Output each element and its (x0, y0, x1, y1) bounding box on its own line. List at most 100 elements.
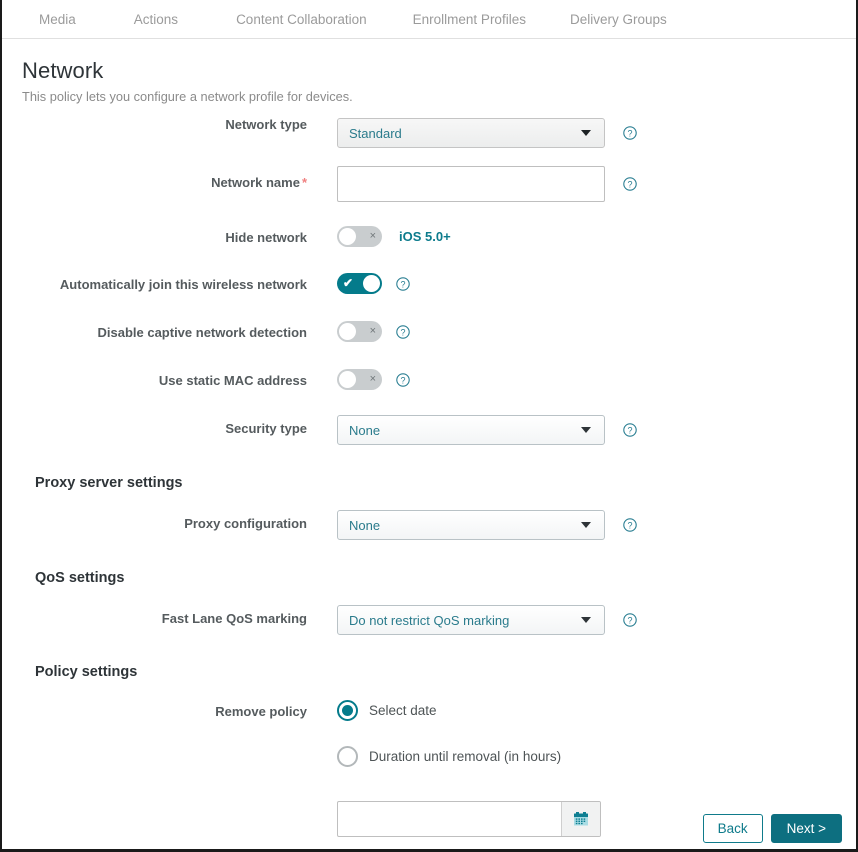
control-auto-join: ✔ ? (337, 273, 410, 294)
control-disable-captive: × ? (337, 321, 410, 342)
network-name-input[interactable] (337, 166, 605, 202)
label-security-type-text: Security type (225, 421, 307, 436)
label-auto-join: Automatically join this wireless network (2, 273, 307, 291)
chevron-down-icon (581, 130, 591, 136)
label-fast-lane-qos-text: Fast Lane QoS marking (161, 611, 307, 626)
static-mac-toggle[interactable]: × (337, 369, 382, 390)
svg-text:?: ? (627, 128, 632, 138)
row-remove-policy: Remove policy Select date (2, 700, 856, 721)
label-hide-network: Hide network (2, 226, 307, 244)
network-form: Network type Standard ? Network name* ? (2, 118, 856, 837)
radio-label-select-date: Select date (369, 703, 437, 718)
security-type-value: None (349, 422, 381, 438)
help-icon-auto-join[interactable]: ? (396, 276, 410, 291)
label-security-type: Security type (2, 415, 307, 435)
control-hide-network: × iOS 5.0+ (337, 226, 451, 247)
label-proxy-configuration: Proxy configuration (2, 510, 307, 530)
label-network-type: Network type (2, 118, 307, 131)
row-network-name: Network name * ? (2, 166, 856, 202)
control-duration-option: Duration until removal (in hours) (337, 746, 561, 767)
date-picker-field (337, 801, 601, 837)
chevron-down-icon (581, 522, 591, 528)
control-date-picker (337, 801, 601, 837)
label-static-mac: Use static MAC address (2, 369, 307, 387)
tab-actions[interactable]: Actions (134, 12, 178, 27)
control-network-type: Standard ? (337, 118, 637, 148)
fast-lane-qos-value: Do not restrict QoS marking (349, 612, 510, 628)
radio-option-select-date[interactable]: Select date (337, 700, 437, 721)
row-hide-network: Hide network × iOS 5.0+ (2, 226, 856, 247)
svg-text:?: ? (627, 615, 632, 625)
disable-captive-toggle[interactable]: × (337, 321, 382, 342)
radio-option-duration[interactable]: Duration until removal (in hours) (337, 746, 561, 767)
tab-content-collaboration[interactable]: Content Collaboration (236, 12, 367, 27)
proxy-configuration-select[interactable]: None (337, 510, 605, 540)
hide-network-toggle[interactable]: × (337, 226, 382, 247)
help-icon-static-mac[interactable]: ? (396, 372, 410, 387)
next-button[interactable]: Next > (770, 814, 842, 843)
network-type-select[interactable]: Standard (337, 118, 605, 148)
toggle-knob (339, 371, 356, 388)
footer-buttons: Back Next > (702, 814, 842, 843)
toggle-knob (363, 275, 380, 292)
toggle-knob (339, 228, 356, 245)
auto-join-toggle[interactable]: ✔ (337, 273, 382, 294)
control-remove-policy: Select date (337, 700, 437, 721)
radio-label-duration-until-removal: Duration until removal (in hours) (369, 749, 562, 764)
label-proxy-configuration-text: Proxy configuration (184, 516, 307, 531)
row-disable-captive: Disable captive network detection × ? (2, 321, 856, 342)
label-static-mac-text: Use static MAC address (158, 373, 307, 388)
svg-text:?: ? (627, 179, 632, 189)
svg-text:?: ? (627, 520, 632, 530)
tab-enrollment-profiles[interactable]: Enrollment Profiles (413, 12, 526, 27)
toggle-off-icon: × (369, 230, 376, 242)
control-fast-lane-qos: Do not restrict QoS marking ? (337, 605, 637, 635)
label-network-name-text: Network name (211, 175, 300, 190)
heading-proxy-server-settings: Proxy server settings (35, 475, 183, 491)
date-input[interactable] (338, 802, 561, 836)
help-icon-security-type[interactable]: ? (623, 423, 637, 437)
required-asterisk: * (301, 175, 307, 190)
network-policy-page: Media Actions Content Collaboration Enro… (0, 0, 858, 852)
help-icon-fast-lane-qos[interactable]: ? (623, 613, 637, 627)
heading-policy-settings: Policy settings (35, 664, 138, 680)
row-proxy-configuration: Proxy configuration None ? (2, 510, 856, 540)
fast-lane-qos-select[interactable]: Do not restrict QoS marking (337, 605, 605, 635)
control-security-type: None ? (337, 415, 637, 445)
help-icon-disable-captive[interactable]: ? (396, 324, 410, 339)
page-description: This policy lets you configure a network… (22, 89, 353, 104)
help-icon-network-name[interactable]: ? (623, 177, 637, 191)
row-auto-join: Automatically join this wireless network… (2, 273, 856, 294)
help-icon-network-type[interactable]: ? (623, 126, 637, 140)
svg-text:?: ? (400, 279, 405, 289)
chevron-down-icon (581, 617, 591, 623)
back-button[interactable]: Back (702, 814, 763, 843)
help-icon-proxy-configuration[interactable]: ? (623, 518, 637, 532)
svg-text:?: ? (627, 425, 632, 435)
toggle-off-icon: × (369, 325, 376, 337)
network-type-value: Standard (349, 125, 402, 141)
label-disable-captive: Disable captive network detection (2, 321, 307, 339)
svg-text:?: ? (400, 375, 405, 385)
row-network-type: Network type Standard ? (2, 118, 856, 148)
toggle-knob (339, 323, 356, 340)
row-fast-lane-qos: Fast Lane QoS marking Do not restrict Qo… (2, 605, 856, 635)
radio-duration-until-removal[interactable] (337, 746, 358, 767)
tab-media[interactable]: Media (39, 12, 76, 27)
top-navigation: Media Actions Content Collaboration Enro… (2, 0, 856, 39)
toggle-on-icon: ✔ (343, 276, 354, 290)
radio-select-date[interactable] (337, 700, 358, 721)
row-static-mac: Use static MAC address × ? (2, 369, 856, 390)
label-auto-join-text: Automatically join this wireless network (59, 277, 307, 292)
heading-qos-settings: QoS settings (35, 570, 125, 586)
control-proxy-configuration: None ? (337, 510, 637, 540)
calendar-button[interactable] (561, 802, 600, 836)
security-type-select[interactable]: None (337, 415, 605, 445)
calendar-icon (574, 812, 588, 826)
row-security-type: Security type None ? (2, 415, 856, 445)
label-remove-policy-text: Remove policy (215, 704, 307, 719)
control-static-mac: × ? (337, 369, 410, 390)
tab-delivery-groups[interactable]: Delivery Groups (570, 12, 667, 27)
chevron-down-icon (581, 427, 591, 433)
toggle-off-icon: × (369, 373, 376, 385)
